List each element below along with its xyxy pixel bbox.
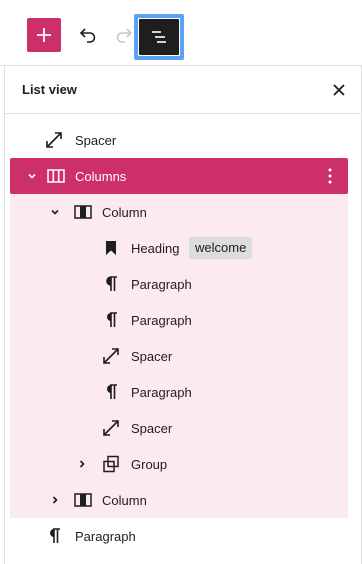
paragraph-icon	[107, 384, 117, 399]
paragraph-icon	[106, 276, 117, 291]
tree-row-heading[interactable]: Heading welcome	[10, 230, 348, 266]
panel-title: List view	[22, 82, 77, 97]
paragraph-icon	[50, 528, 60, 543]
chevron-down-icon[interactable]	[26, 170, 38, 182]
tree-row-label: Spacer	[131, 349, 173, 364]
tree-row-paragraph[interactable]: Paragraph	[6, 518, 344, 554]
column-icon	[74, 493, 92, 507]
tree-row-label: Paragraph	[75, 529, 136, 544]
redo-icon	[116, 28, 133, 43]
tree-row-group[interactable]: Group	[10, 446, 348, 482]
tree-row-spacer[interactable]: Spacer	[6, 122, 344, 158]
tree-row-label: Spacer	[75, 133, 117, 148]
anchor-badge: welcome	[189, 237, 253, 259]
tree-row-paragraph[interactable]: Paragraph	[10, 374, 348, 410]
tree-row-columns[interactable]: Columns	[10, 158, 348, 194]
chevron-right-icon[interactable]	[76, 458, 88, 470]
block-inserter-button[interactable]	[27, 18, 61, 52]
tree-row-paragraph[interactable]: Paragraph	[10, 302, 348, 338]
tree-row-column[interactable]: Column	[10, 482, 348, 518]
list-view-icon	[152, 31, 166, 43]
spacer-icon	[46, 132, 62, 148]
editor-toolbar	[0, 0, 362, 66]
columns-icon	[47, 169, 65, 183]
column-icon	[74, 205, 92, 219]
heading-icon	[106, 241, 116, 255]
close-button[interactable]	[331, 82, 347, 98]
chevron-down-icon[interactable]	[49, 206, 61, 218]
spacer-icon	[103, 420, 119, 436]
list-view-toggle-button[interactable]	[134, 14, 184, 60]
spacer-icon	[103, 348, 119, 364]
tree-row-column[interactable]: Column	[10, 194, 348, 230]
chevron-right-icon[interactable]	[49, 494, 61, 506]
list-view-toggle-inner	[139, 19, 179, 55]
group-icon	[103, 455, 119, 473]
tree-row-label: Paragraph	[131, 385, 192, 400]
tree-row-label: Paragraph	[131, 277, 192, 292]
undo-button[interactable]	[70, 17, 106, 53]
plus-icon	[37, 28, 51, 42]
undo-icon	[79, 28, 96, 43]
tree-row-label: Paragraph	[131, 313, 192, 328]
close-icon	[333, 84, 345, 96]
tree-row-label: Heading	[131, 241, 180, 256]
tree-row-spacer[interactable]: Spacer	[10, 338, 348, 374]
tree-row-spacer[interactable]: Spacer	[10, 410, 348, 446]
paragraph-icon	[107, 312, 117, 327]
more-options-icon[interactable]	[322, 167, 338, 185]
panel-header: List view	[5, 66, 361, 114]
tree-row-paragraph[interactable]: Paragraph	[10, 266, 348, 302]
tree-row-label: Spacer	[131, 421, 173, 436]
tree-row-label: Column	[102, 493, 147, 508]
tree-row-label: Column	[102, 205, 147, 220]
tree-row-label: Columns	[75, 169, 127, 184]
tree-row-label: Group	[131, 457, 168, 472]
